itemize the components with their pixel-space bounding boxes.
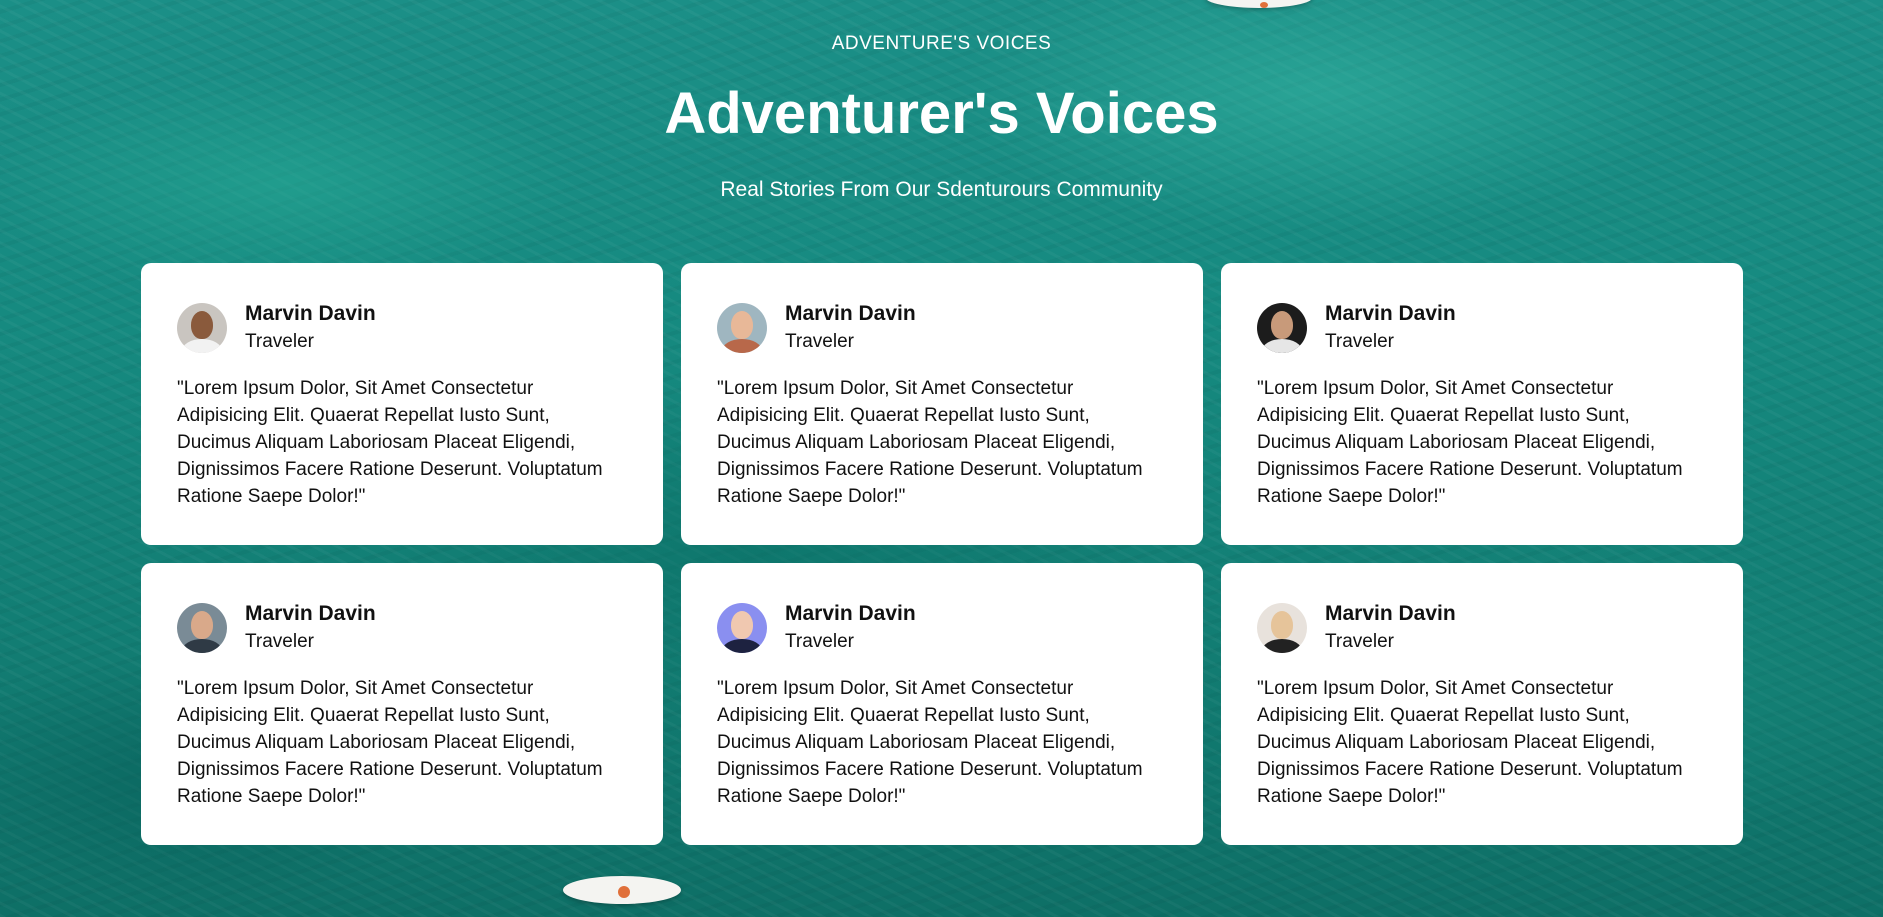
testimonial-header: Marvin Davin Traveler	[1257, 601, 1707, 655]
avatar-face	[191, 611, 213, 639]
testimonial-quote: "Lorem Ipsum Dolor, Sit Amet Consectetur…	[177, 678, 603, 807]
author-role: Traveler	[1325, 331, 1394, 352]
hero-background: ADVENTURE'S VOICES Adventurer's Voices R…	[0, 0, 1883, 917]
avatar	[1257, 303, 1307, 353]
avatar	[717, 603, 767, 653]
avatar-face	[1271, 311, 1293, 339]
author-name: Marvin Davin	[1325, 302, 1456, 325]
testimonial-quote: "Lorem Ipsum Dolor, Sit Amet Consectetur…	[177, 378, 603, 507]
author-role: Traveler	[1325, 631, 1394, 652]
avatar-shoulders	[722, 339, 762, 353]
author-role: Traveler	[785, 631, 854, 652]
testimonial-header: Marvin Davin Traveler	[1257, 301, 1707, 355]
avatar-shoulders	[722, 639, 762, 653]
testimonial-quote: "Lorem Ipsum Dolor, Sit Amet Consectetur…	[717, 378, 1143, 507]
avatar-face	[731, 611, 753, 639]
author-role: Traveler	[245, 631, 314, 652]
avatar	[177, 603, 227, 653]
author-info: Marvin Davin Traveler	[785, 300, 916, 356]
testimonial-card: Marvin Davin Traveler "Lorem Ipsum Dolor…	[141, 563, 663, 845]
testimonial-quote: "Lorem Ipsum Dolor, Sit Amet Consectetur…	[717, 678, 1143, 807]
author-name: Marvin Davin	[785, 302, 916, 325]
avatar-shoulders	[1262, 639, 1302, 653]
testimonial-header: Marvin Davin Traveler	[717, 301, 1167, 355]
surfer-figure-top	[1260, 2, 1268, 8]
author-info: Marvin Davin Traveler	[245, 300, 376, 356]
testimonial-grid: Marvin Davin Traveler "Lorem Ipsum Dolor…	[141, 263, 1743, 845]
avatar-face	[731, 311, 753, 339]
author-info: Marvin Davin Traveler	[245, 600, 376, 656]
surfboard-image-top	[1205, 0, 1313, 8]
testimonial-card: Marvin Davin Traveler "Lorem Ipsum Dolor…	[681, 263, 1203, 545]
author-info: Marvin Davin Traveler	[1325, 600, 1456, 656]
testimonial-card: Marvin Davin Traveler "Lorem Ipsum Dolor…	[141, 263, 663, 545]
avatar	[177, 303, 227, 353]
testimonial-header: Marvin Davin Traveler	[717, 601, 1167, 655]
section-subtitle: Real Stories From Our Sdenturours Commun…	[720, 178, 1163, 201]
testimonial-quote: "Lorem Ipsum Dolor, Sit Amet Consectetur…	[1257, 378, 1683, 507]
testimonial-header: Marvin Davin Traveler	[177, 301, 627, 355]
testimonial-header: Marvin Davin Traveler	[177, 601, 627, 655]
section-title: Adventurer's Voices	[664, 81, 1219, 146]
author-name: Marvin Davin	[245, 602, 376, 625]
author-role: Traveler	[245, 331, 314, 352]
testimonial-card: Marvin Davin Traveler "Lorem Ipsum Dolor…	[681, 563, 1203, 845]
author-info: Marvin Davin Traveler	[1325, 300, 1456, 356]
avatar	[1257, 603, 1307, 653]
surfer-figure-bottom	[618, 886, 630, 898]
testimonial-card: Marvin Davin Traveler "Lorem Ipsum Dolor…	[1221, 263, 1743, 545]
author-name: Marvin Davin	[1325, 602, 1456, 625]
author-role: Traveler	[785, 331, 854, 352]
testimonial-quote: "Lorem Ipsum Dolor, Sit Amet Consectetur…	[1257, 678, 1683, 807]
author-name: Marvin Davin	[245, 302, 376, 325]
avatar-shoulders	[182, 639, 222, 653]
author-info: Marvin Davin Traveler	[785, 600, 916, 656]
avatar-face	[1271, 611, 1293, 639]
author-name: Marvin Davin	[785, 602, 916, 625]
section-eyebrow: ADVENTURE'S VOICES	[831, 33, 1052, 54]
avatar-shoulders	[1262, 339, 1302, 353]
avatar-shoulders	[182, 339, 222, 353]
testimonial-card: Marvin Davin Traveler "Lorem Ipsum Dolor…	[1221, 563, 1743, 845]
avatar	[717, 303, 767, 353]
avatar-face	[191, 311, 213, 339]
